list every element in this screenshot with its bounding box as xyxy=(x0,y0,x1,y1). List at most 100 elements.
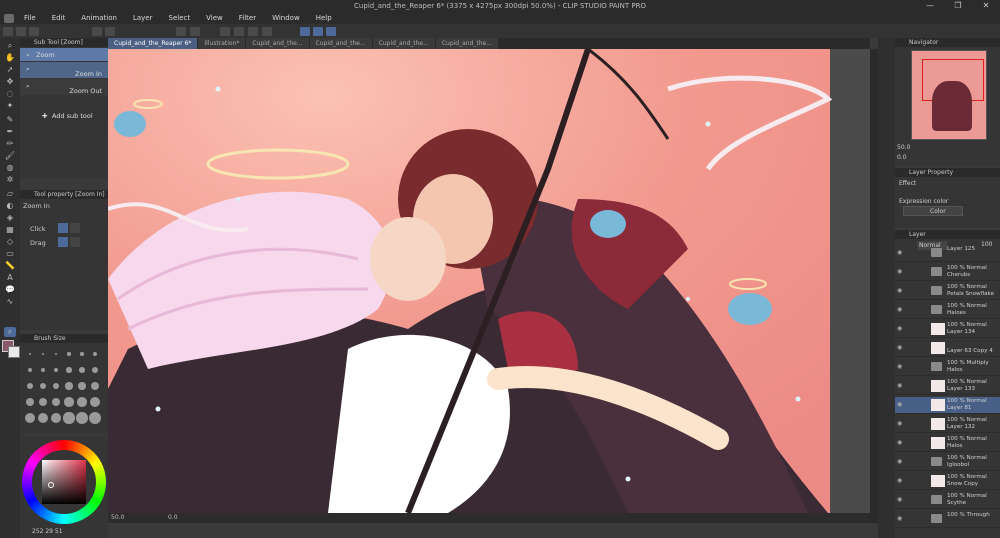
snap-special-ruler-icon[interactable] xyxy=(313,27,323,36)
tab-cupid-reaper-6[interactable]: Cupid_and_the_Reaper 6* xyxy=(108,38,198,49)
layer-row[interactable]: ◉ 100 % Normal Halos xyxy=(895,435,1000,452)
navigator-angle[interactable]: 0.0 xyxy=(897,154,907,161)
pencil-tool-icon[interactable]: ✏ xyxy=(4,139,16,149)
undo-icon[interactable] xyxy=(176,27,186,36)
brush-tool-icon[interactable]: 🖌 xyxy=(4,151,16,161)
brush-size-dot[interactable] xyxy=(89,412,101,424)
minimize-button[interactable]: — xyxy=(916,0,944,12)
canvas-angle-value[interactable]: 0.0 xyxy=(168,513,178,523)
layer-row[interactable]: ◉ 100 % Normal Layer 81 xyxy=(895,397,1000,414)
click-zoom-in-option[interactable] xyxy=(58,223,68,233)
visibility-eye-icon[interactable]: ◉ xyxy=(897,516,904,522)
blend-tool-icon[interactable]: ◐ xyxy=(4,201,16,211)
add-sub-tool-button[interactable]: ✚ Add sub tool xyxy=(20,112,108,122)
balloon-icon[interactable]: 💬 xyxy=(4,285,16,295)
layer-row[interactable]: ◉ 100 % Normal Igloobol xyxy=(895,454,1000,471)
zoom-tool-icon[interactable]: ⌕ xyxy=(4,41,16,51)
hand-tool-icon[interactable]: ✋ xyxy=(4,53,16,63)
layer-row[interactable]: ◉ 100 % Normal Layer 132 xyxy=(895,416,1000,433)
figure-icon[interactable]: ◇ xyxy=(4,237,16,247)
lasso-icon[interactable]: ◌ xyxy=(4,89,16,99)
brush-size-dot[interactable] xyxy=(90,397,100,407)
brush-size-dot[interactable] xyxy=(51,397,61,407)
layer-row[interactable]: ◉ 100 % Normal Haloes xyxy=(895,302,1000,319)
layer-row[interactable]: ◉ 100 % Normal Layer 134 xyxy=(895,321,1000,338)
navigator-zoom[interactable]: 50.0 xyxy=(897,144,910,151)
drag-zoom-option[interactable] xyxy=(58,237,68,247)
brush-size-dot[interactable] xyxy=(65,382,73,390)
layer-row[interactable]: ◉ Layer 63 Copy 4 xyxy=(895,340,1000,357)
brush-size-grid[interactable] xyxy=(24,346,104,432)
layer-row[interactable]: ◉ 100 % Normal Petals Snowflake xyxy=(895,283,1000,300)
snap-grid-icon[interactable] xyxy=(326,27,336,36)
expression-color-select[interactable]: Color xyxy=(903,206,963,216)
layer-row[interactable]: ◉ 100 % Normal Layer 133 xyxy=(895,378,1000,395)
brush-size-dot[interactable] xyxy=(63,412,75,424)
ruler-icon[interactable]: 📏 xyxy=(4,261,16,271)
operation-tool-icon[interactable]: ➚ xyxy=(4,65,16,75)
correct-line-icon[interactable]: ∿ xyxy=(4,297,16,307)
decoration-icon[interactable]: ✲ xyxy=(4,175,16,185)
drag-scale-option[interactable] xyxy=(70,237,80,247)
canvas-zoom-value[interactable]: 50.0 xyxy=(111,513,124,523)
sub-color-swatch[interactable] xyxy=(8,346,20,358)
canvas-vertical-scrollbar[interactable] xyxy=(870,49,878,523)
crop-icon[interactable] xyxy=(262,27,272,36)
click-zoom-out-option[interactable] xyxy=(70,223,80,233)
sub-tool-group-zoom[interactable]: ⌕ Zoom xyxy=(20,48,108,61)
brush-size-dot[interactable] xyxy=(66,367,72,373)
layer-row[interactable]: ◉ 100 % Normal Snow Copy xyxy=(895,473,1000,490)
layer-row[interactable]: ◉ 100 % Normal Scythe xyxy=(895,492,1000,509)
save-icon[interactable] xyxy=(29,27,39,36)
color-picker-cursor[interactable] xyxy=(48,482,54,488)
brush-size-dot[interactable] xyxy=(92,367,98,373)
visibility-eye-icon[interactable]: ◉ xyxy=(897,364,904,370)
brush-size-dot[interactable] xyxy=(54,352,58,356)
frame-border-icon[interactable]: ▭ xyxy=(4,249,16,259)
brush-size-dot[interactable] xyxy=(38,397,48,407)
brush-size-dot[interactable] xyxy=(78,382,86,390)
eraser-icon[interactable]: ▱ xyxy=(4,189,16,199)
gradient-icon[interactable]: ▦ xyxy=(4,225,16,235)
menu-file[interactable]: File xyxy=(16,13,44,24)
snap-ruler-icon[interactable] xyxy=(300,27,310,36)
menu-edit[interactable]: Edit xyxy=(44,13,74,24)
menu-filter[interactable]: Filter xyxy=(231,13,264,24)
visibility-eye-icon[interactable]: ◉ xyxy=(897,269,904,275)
brush-size-dot[interactable] xyxy=(64,397,74,407)
visibility-eye-icon[interactable]: ◉ xyxy=(897,421,904,427)
brush-size-dot[interactable] xyxy=(40,367,46,373)
tab-cupid-3[interactable]: Cupid_and_the... xyxy=(309,38,372,49)
layer-row[interactable]: ◉ 100 % Through xyxy=(895,511,1000,528)
menu-help[interactable]: Help xyxy=(308,13,340,24)
invert-selection-icon[interactable] xyxy=(248,27,258,36)
deselect-icon[interactable] xyxy=(234,27,244,36)
artwork-canvas[interactable] xyxy=(108,49,870,513)
visibility-eye-icon[interactable]: ◉ xyxy=(897,402,904,408)
magic-wand-icon[interactable]: ✦ xyxy=(4,101,16,111)
open-file-icon[interactable] xyxy=(16,27,26,36)
sub-tool-zoom-in[interactable]: ⌕ Zoom In xyxy=(20,62,108,78)
visibility-eye-icon[interactable]: ◉ xyxy=(897,383,904,389)
layer-row[interactable]: ◉ Layer 125 xyxy=(895,245,1000,262)
close-window-button[interactable]: ✕ xyxy=(972,0,1000,12)
visibility-eye-icon[interactable]: ◉ xyxy=(897,345,904,351)
brush-size-dot[interactable] xyxy=(37,412,49,424)
clear-icon[interactable] xyxy=(92,27,102,36)
brush-size-dot[interactable] xyxy=(29,353,31,355)
menu-layer[interactable]: Layer xyxy=(125,13,161,24)
visibility-eye-icon[interactable]: ◉ xyxy=(897,250,904,256)
brush-size-dot[interactable] xyxy=(93,352,97,356)
text-tool-icon[interactable]: A xyxy=(4,273,16,283)
brush-size-dot[interactable] xyxy=(76,412,88,424)
fill-icon[interactable] xyxy=(105,27,115,36)
visibility-eye-icon[interactable]: ◉ xyxy=(897,326,904,332)
layer-row[interactable]: ◉ 100 % Multiply Halos xyxy=(895,359,1000,376)
menu-animation[interactable]: Animation xyxy=(73,13,125,24)
eyedropper-icon[interactable]: ✎ xyxy=(4,115,16,125)
fill-tool-icon[interactable]: ◈ xyxy=(4,213,16,223)
new-file-icon[interactable] xyxy=(3,27,13,36)
airbrush-icon[interactable]: ◍ xyxy=(4,163,16,173)
layer-row[interactable]: ◉ 100 % Normal Cherubs xyxy=(895,264,1000,281)
redo-icon[interactable] xyxy=(190,27,200,36)
